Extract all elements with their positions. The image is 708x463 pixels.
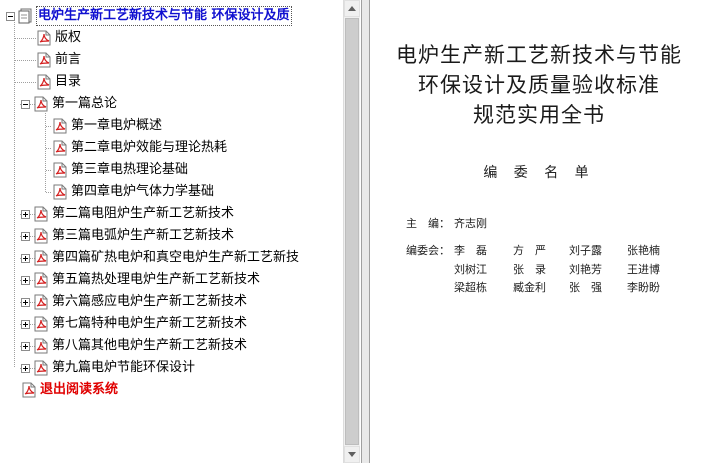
committee-member: 张 强 — [569, 281, 602, 294]
bookmark-label: 第七篇特种电炉生产新工艺新技术 — [52, 316, 248, 331]
bookmarks-panel: 电炉生产新工艺新技术与节能 环保设计及质 版权 前言 目录 第一篇总论 第一章电… — [0, 0, 362, 463]
pdf-page-icon — [34, 228, 48, 244]
editor-label: 主 编： — [406, 217, 450, 230]
committee-member: 刘树江 — [454, 263, 487, 276]
committee-label: 编委会： — [406, 244, 450, 257]
committee-member: 张艳楠 — [627, 244, 660, 257]
bookmark-ch3[interactable]: 第三章电热理论基础 — [52, 159, 189, 181]
pdf-page-icon — [34, 96, 48, 112]
bookmark-label: 第二篇电阻炉生产新工艺新技术 — [52, 206, 235, 221]
bookmark-part1[interactable]: 第一篇总论 — [21, 93, 118, 115]
collapse-icon[interactable] — [21, 99, 30, 109]
expand-icon[interactable] — [21, 231, 30, 241]
book-title-line-2: 环保设计及质量验收标准 — [418, 73, 660, 97]
bookmark-label: 第三篇电弧炉生产新工艺新技术 — [52, 228, 235, 243]
pdf-page-icon — [34, 360, 48, 376]
committee-member: 李盼盼 — [627, 281, 660, 294]
committee-member: 刘艳芳 — [569, 263, 602, 276]
bookmark-root-label: 电炉生产新工艺新技术与节能 环保设计及质 — [36, 6, 292, 26]
expand-icon[interactable] — [21, 209, 30, 219]
bookmark-label: 第九篇电炉节能环保设计 — [52, 360, 196, 375]
bookmark-label: 第八篇其他电炉生产新工艺新技术 — [52, 338, 248, 353]
expand-icon[interactable] — [21, 363, 30, 373]
pdf-page-icon — [37, 74, 51, 90]
scroll-up-button[interactable] — [344, 0, 360, 17]
bookmark-part3[interactable]: 第三篇电弧炉生产新工艺新技术 — [21, 225, 235, 247]
bookmark-label: 前言 — [55, 52, 82, 67]
committee-member: 梁超栋 — [454, 281, 487, 294]
bookmark-label: 第五篇热处理电炉生产新工艺新技术 — [52, 272, 261, 287]
pdf-page-icon — [34, 250, 48, 266]
bookmark-copyright[interactable]: 版权 — [36, 27, 82, 49]
bookmark-ch1[interactable]: 第一章电炉概述 — [52, 115, 163, 137]
book-page-icon — [18, 8, 32, 24]
pdf-page-icon — [22, 382, 36, 398]
bookmark-part6[interactable]: 第六篇感应电炉生产新工艺新技术 — [21, 291, 248, 313]
expand-icon[interactable] — [21, 319, 30, 329]
bookmark-label: 第六篇感应电炉生产新工艺新技术 — [52, 294, 248, 309]
bookmark-part9[interactable]: 第九篇电炉节能环保设计 — [21, 357, 196, 379]
committee-member: 张 录 — [513, 263, 546, 276]
document-page: 电炉生产新工艺新技术与节能 环保设计及质量验收标准 规范实用全书 编 委 名 单… — [370, 0, 708, 463]
bookmark-label: 第一篇总论 — [52, 96, 118, 111]
bookmark-part2[interactable]: 第二篇电阻炉生产新工艺新技术 — [21, 203, 235, 225]
expand-icon[interactable] — [21, 341, 30, 351]
bookmark-label: 第四章电炉气体力学基础 — [71, 184, 215, 199]
scrollbar-thumb[interactable] — [345, 18, 359, 445]
bookmark-contents[interactable]: 目录 — [36, 71, 82, 93]
collapse-icon[interactable] — [6, 11, 15, 21]
committee-member: 方 严 — [513, 244, 546, 257]
bookmark-preface[interactable]: 前言 — [36, 49, 82, 71]
bookmark-part8[interactable]: 第八篇其他电炉生产新工艺新技术 — [21, 335, 248, 357]
bookmark-part4[interactable]: 第四篇矿热电炉和真空电炉生产新工艺新技 — [21, 247, 300, 269]
scroll-down-button[interactable] — [344, 446, 360, 463]
pdf-page-icon — [34, 294, 48, 310]
bookmark-label: 第一章电炉概述 — [71, 118, 163, 133]
pdf-page-icon — [37, 52, 51, 68]
bookmark-part5[interactable]: 第五篇热处理电炉生产新工艺新技术 — [21, 269, 261, 291]
pane-splitter[interactable] — [361, 0, 370, 463]
pdf-page-icon — [34, 316, 48, 332]
committee-member: 刘子露 — [569, 244, 602, 257]
bookmark-label: 第四篇矿热电炉和真空电炉生产新工艺新技 — [52, 250, 300, 265]
bookmarks-scrollbar[interactable] — [343, 0, 360, 463]
arrow-down-icon — [348, 452, 356, 457]
bookmark-label: 第三章电热理论基础 — [71, 162, 189, 177]
expand-icon[interactable] — [21, 275, 30, 285]
pdf-page-icon — [53, 184, 67, 200]
bookmark-exit[interactable]: 退出阅读系统 — [21, 379, 119, 401]
pdf-page-icon — [34, 338, 48, 354]
pdf-page-icon — [53, 162, 67, 178]
pdf-page-icon — [53, 140, 67, 156]
bookmark-root[interactable]: 电炉生产新工艺新技术与节能 环保设计及质 — [6, 5, 292, 27]
bookmark-label: 目录 — [55, 74, 82, 89]
book-title-line-1: 电炉生产新工艺新技术与节能 — [396, 43, 682, 67]
bookmark-ch2[interactable]: 第二章电炉效能与理论热耗 — [52, 137, 228, 159]
pdf-page-icon — [34, 206, 48, 222]
pdf-page-icon — [34, 272, 48, 288]
committee-member: 李 磊 — [454, 244, 487, 257]
committee-heading: 编 委 名 单 — [483, 165, 595, 181]
committee-member: 臧金利 — [513, 281, 546, 294]
committee-member: 王进博 — [627, 263, 660, 276]
arrow-up-icon — [348, 6, 356, 11]
bookmark-label: 版权 — [55, 30, 82, 45]
book-title-line-3: 规范实用全书 — [473, 103, 605, 127]
pdf-page-icon — [37, 30, 51, 46]
editor-name: 齐志刚 — [454, 217, 487, 230]
expand-icon[interactable] — [21, 253, 30, 263]
bookmark-label: 第二章电炉效能与理论热耗 — [71, 140, 228, 155]
bookmark-part7[interactable]: 第七篇特种电炉生产新工艺新技术 — [21, 313, 248, 335]
expand-icon[interactable] — [21, 297, 30, 307]
pdf-page-icon — [53, 118, 67, 134]
exit-reader-label: 退出阅读系统 — [40, 382, 119, 397]
bookmark-ch4[interactable]: 第四章电炉气体力学基础 — [52, 181, 215, 203]
